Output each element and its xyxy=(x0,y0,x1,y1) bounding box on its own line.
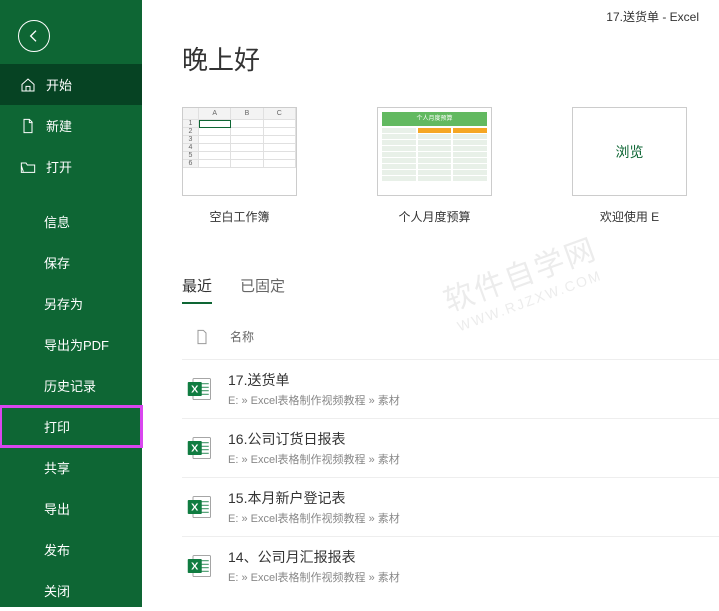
sidebar-item-home[interactable]: 开始 xyxy=(0,64,142,105)
sidebar-item-close[interactable]: 关闭 xyxy=(0,570,142,611)
template-preview: ABC 1 2 3 4 5 6 xyxy=(182,107,297,196)
sidebar-item-open[interactable]: 打开 xyxy=(0,146,142,187)
sidebar-item-label: 开始 xyxy=(46,75,72,94)
home-icon xyxy=(20,77,36,93)
file-path: E: » Excel表格制作视频教程 » 素材 xyxy=(228,392,719,408)
sidebar-item-label: 导出为PDF xyxy=(44,335,109,354)
column-header-name: 名称 xyxy=(230,328,254,345)
file-path: E: » Excel表格制作视频教程 » 素材 xyxy=(228,451,719,467)
file-name: 14、公司月汇报报表 xyxy=(228,547,719,567)
tab-pinned[interactable]: 已固定 xyxy=(240,275,285,304)
browse-link[interactable]: 浏览 xyxy=(572,107,687,196)
file-name: 17.送货单 xyxy=(228,370,719,390)
arrow-left-icon xyxy=(26,28,42,44)
folder-open-icon xyxy=(20,159,36,175)
template-gallery: ABC 1 2 3 4 5 6 空白工作簿 个人月度预算 xyxy=(182,107,719,225)
sidebar-item-history[interactable]: 历史记录 xyxy=(0,365,142,406)
tab-recent[interactable]: 最近 xyxy=(182,275,212,304)
sidebar: 开始 新建 打开 信息 保存 另存为 导出为PDF 历史记录 打印 共享 导出 … xyxy=(0,0,142,607)
sidebar-item-export-pdf[interactable]: 导出为PDF xyxy=(0,324,142,365)
sidebar-item-print[interactable]: 打印 xyxy=(0,406,142,447)
excel-file-icon xyxy=(186,493,214,521)
file-info: 14、公司月汇报报表 E: » Excel表格制作视频教程 » 素材 xyxy=(228,547,719,585)
template-browse[interactable]: 浏览 欢迎使用 E xyxy=(572,107,687,225)
sidebar-item-label: 历史记录 xyxy=(44,376,96,395)
main-content: 晚上好 ABC 1 2 3 4 5 6 空白工作簿 个人月度预算 xyxy=(142,0,719,607)
file-list-header: 名称 xyxy=(182,322,719,359)
file-path: E: » Excel表格制作视频教程 » 素材 xyxy=(228,569,719,585)
sidebar-item-label: 导出 xyxy=(44,499,70,518)
sidebar-item-save[interactable]: 保存 xyxy=(0,242,142,283)
sidebar-item-label: 打开 xyxy=(46,157,72,176)
file-info: 16.公司订货日报表 E: » Excel表格制作视频教程 » 素材 xyxy=(228,429,719,467)
back-button[interactable] xyxy=(18,20,50,52)
template-personal-budget[interactable]: 个人月度预算 个人月度预算 xyxy=(377,107,492,225)
excel-file-icon xyxy=(186,552,214,580)
file-name: 15.本月新户登记表 xyxy=(228,488,719,508)
file-info: 17.送货单 E: » Excel表格制作视频教程 » 素材 xyxy=(228,370,719,408)
file-icon xyxy=(194,329,210,345)
template-blank-workbook[interactable]: ABC 1 2 3 4 5 6 空白工作簿 xyxy=(182,107,297,225)
file-tabs: 最近 已固定 xyxy=(182,275,719,304)
file-info: 15.本月新户登记表 E: » Excel表格制作视频教程 » 素材 xyxy=(228,488,719,526)
sidebar-item-save-as[interactable]: 另存为 xyxy=(0,283,142,324)
sidebar-item-publish[interactable]: 发布 xyxy=(0,529,142,570)
sidebar-item-share[interactable]: 共享 xyxy=(0,447,142,488)
sidebar-item-label: 共享 xyxy=(44,458,70,477)
template-label: 个人月度预算 xyxy=(377,208,492,225)
sidebar-item-label: 保存 xyxy=(44,253,70,272)
sidebar-item-info[interactable]: 信息 xyxy=(0,201,142,242)
file-name: 16.公司订货日报表 xyxy=(228,429,719,449)
excel-file-icon xyxy=(186,434,214,462)
sidebar-item-label: 发布 xyxy=(44,540,70,559)
template-label: 空白工作簿 xyxy=(182,208,297,225)
file-icon xyxy=(20,118,36,134)
file-row[interactable]: 14、公司月汇报报表 E: » Excel表格制作视频教程 » 素材 xyxy=(182,536,719,595)
sidebar-item-label: 另存为 xyxy=(44,294,83,313)
file-row[interactable]: 16.公司订货日报表 E: » Excel表格制作视频教程 » 素材 xyxy=(182,418,719,477)
sidebar-item-label: 打印 xyxy=(44,417,70,436)
page-title: 晚上好 xyxy=(182,40,719,77)
template-preview: 个人月度预算 xyxy=(377,107,492,196)
sidebar-item-label: 信息 xyxy=(44,212,70,231)
recent-file-list: 17.送货单 E: » Excel表格制作视频教程 » 素材 16.公司订货日报… xyxy=(182,359,719,595)
sidebar-item-label: 关闭 xyxy=(44,581,70,600)
sidebar-item-export[interactable]: 导出 xyxy=(0,488,142,529)
sidebar-item-new[interactable]: 新建 xyxy=(0,105,142,146)
template-label: 欢迎使用 E xyxy=(572,208,687,225)
file-path: E: » Excel表格制作视频教程 » 素材 xyxy=(228,510,719,526)
sidebar-item-label: 新建 xyxy=(46,116,72,135)
excel-file-icon xyxy=(186,375,214,403)
file-row[interactable]: 15.本月新户登记表 E: » Excel表格制作视频教程 » 素材 xyxy=(182,477,719,536)
file-row[interactable]: 17.送货单 E: » Excel表格制作视频教程 » 素材 xyxy=(182,359,719,418)
